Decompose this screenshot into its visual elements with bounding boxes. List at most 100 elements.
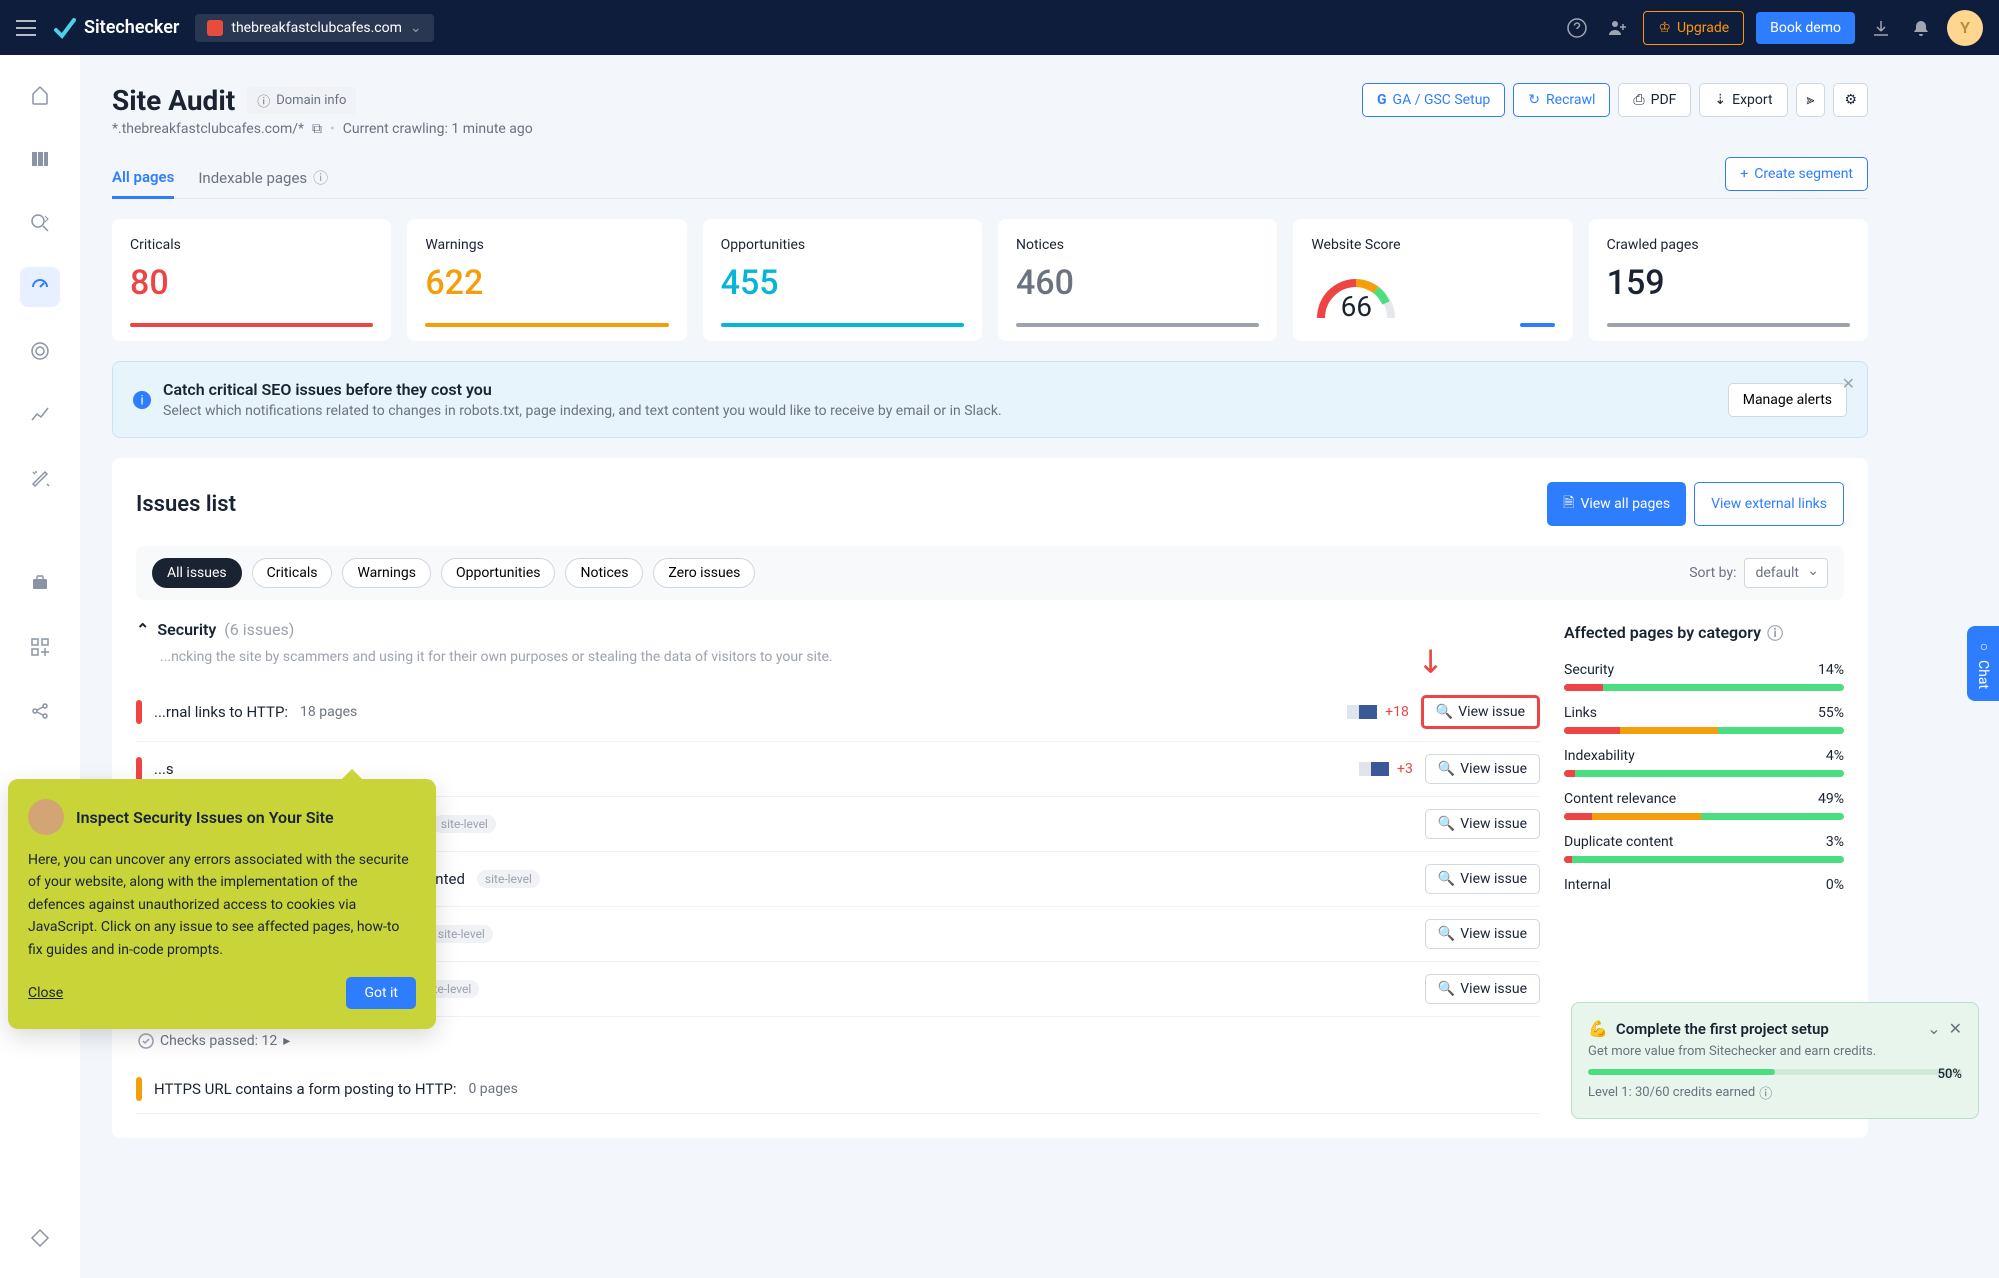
cat-bar — [1564, 727, 1844, 734]
vi-label: View issue — [1460, 926, 1527, 942]
arrow-annotation: ↘ — [1409, 637, 1455, 683]
notices-label: Notices — [1016, 237, 1259, 253]
card-crawled[interactable]: Crawled pages159 — [1589, 219, 1868, 341]
domain-info-label: Domain info — [276, 93, 346, 108]
ga-label: GA / GSC Setup — [1393, 92, 1491, 108]
close-icon[interactable]: ✕ — [1842, 374, 1855, 393]
cat-content[interactable]: Content relevance49% — [1564, 791, 1844, 807]
help-icon[interactable] — [1563, 14, 1591, 42]
view-issue-button[interactable]: 🔍View issue — [1425, 864, 1540, 894]
criticals-label: Criticals — [130, 237, 373, 253]
bell-icon[interactable] — [1907, 14, 1935, 42]
issue-row[interactable]: ...rnal links to HTTP: 18 pages +18 🔍Vie… — [136, 683, 1540, 742]
card-opportunities[interactable]: Opportunities455 — [703, 219, 982, 341]
view-issue-button[interactable]: 🔍View issue — [1425, 974, 1540, 1004]
cat-index[interactable]: Indexability4% — [1564, 748, 1844, 764]
passed-label: Checks passed: 12 — [160, 1033, 277, 1049]
view-issue-button[interactable]: 🔍View issue — [1425, 754, 1540, 784]
share-button[interactable]: ⫸ — [1796, 83, 1826, 117]
sidebar-item-magic[interactable] — [20, 459, 60, 499]
cat-internal[interactable]: Internal0% — [1564, 877, 1844, 893]
export-button[interactable]: ⇣Export — [1699, 83, 1787, 117]
chip-zero[interactable]: Zero issues — [653, 558, 755, 588]
delta-value: +3 — [1397, 761, 1413, 777]
sidebar-item-target[interactable] — [20, 331, 60, 371]
sidebar-item-dashboard[interactable] — [20, 139, 60, 179]
card-criticals[interactable]: Criticals 80 — [112, 219, 391, 341]
pdf-button[interactable]: ⎙PDF — [1618, 83, 1691, 117]
sidebar-item-briefcase[interactable] — [20, 563, 60, 603]
chevron-down-icon: ⌄ — [1807, 563, 1819, 579]
tip-body: Here, you can uncover any errors associa… — [28, 849, 416, 961]
sidebar-item-audit[interactable] — [20, 267, 60, 307]
issue-pages: 0 pages — [468, 1081, 517, 1097]
got-it-button[interactable]: Got it — [346, 977, 416, 1009]
cat-value: 14% — [1818, 662, 1844, 678]
sidebar-item-apps[interactable] — [20, 627, 60, 667]
logo[interactable]: Sitechecker — [52, 16, 179, 40]
tip-title: Inspect Security Issues on Your Site — [76, 808, 334, 827]
favicon-icon — [207, 20, 223, 36]
view-all-pages-button[interactable]: 🗎View all pages — [1547, 482, 1686, 526]
plus-icon: + — [1740, 166, 1748, 182]
external-link-icon[interactable]: ⧉ — [312, 121, 322, 137]
issue-row[interactable]: HTTPS URL contains a form posting to HTT… — [136, 1065, 1540, 1114]
tip-close-link[interactable]: Close — [28, 985, 63, 1001]
ga-gsc-button[interactable]: GGA / GSC Setup — [1362, 83, 1505, 117]
settings-button[interactable]: ⚙ — [1833, 83, 1868, 117]
domain-info-button[interactable]: ⓘ Domain info — [247, 87, 356, 114]
cat-value: 4% — [1826, 748, 1844, 764]
domain-selector[interactable]: thebreakfastclubcafes.com ⌄ — [195, 14, 433, 42]
chat-button[interactable]: ○ Chat — [1967, 626, 1999, 701]
group-name: Security — [157, 620, 216, 639]
chip-all-issues[interactable]: All issues — [152, 558, 242, 588]
info-icon: ⓘ — [257, 91, 270, 110]
tab-indexable[interactable]: Indexable pagesⓘ — [198, 157, 328, 198]
view-external-links-button[interactable]: View external links — [1694, 482, 1844, 526]
add-user-icon[interactable] — [1603, 14, 1631, 42]
pdf-icon: ⎙ — [1633, 92, 1644, 108]
share-icon: ⫸ — [1807, 92, 1815, 108]
cat-security[interactable]: Security14% — [1564, 662, 1844, 678]
card-warnings[interactable]: Warnings622 — [407, 219, 686, 341]
view-issue-button[interactable]: 🔍View issue — [1421, 695, 1540, 729]
chip-notices[interactable]: Notices — [565, 558, 643, 588]
view-issue-button[interactable]: 🔍 View issue — [1425, 919, 1540, 949]
upgrade-button[interactable]: ♔ Upgrade — [1643, 11, 1744, 45]
close-icon[interactable]: ✕ — [1949, 1019, 1962, 1038]
sort-select[interactable]: default⌄ — [1744, 558, 1828, 588]
group-header-security[interactable]: ⌃ Security (6 issues) — [136, 620, 1540, 639]
cat-name: Duplicate content — [1564, 834, 1673, 850]
sidebar-item-share[interactable] — [20, 691, 60, 731]
sidebar-item-analytics[interactable] — [20, 395, 60, 435]
chip-criticals[interactable]: Criticals — [252, 558, 333, 588]
book-demo-button[interactable]: Book demo — [1756, 12, 1855, 44]
recrawl-button[interactable]: ↻Recrawl — [1513, 83, 1610, 117]
view-issue-button[interactable]: 🔍View issue — [1425, 809, 1540, 839]
search-icon: 🔍 — [1438, 761, 1455, 777]
info-icon: ⓘ — [313, 167, 328, 188]
warnings-value: 622 — [425, 263, 668, 303]
tab-all-pages[interactable]: All pages — [112, 157, 174, 199]
checks-passed[interactable]: Checks passed: 12 ▸ — [138, 1033, 1540, 1049]
opp-value: 455 — [721, 263, 964, 303]
crawled-value: 159 — [1607, 263, 1850, 303]
crown-icon: ♔ — [1658, 20, 1671, 36]
chip-warnings[interactable]: Warnings — [342, 558, 431, 588]
menu-icon[interactable] — [16, 20, 36, 36]
create-segment-button[interactable]: +Create segment — [1725, 157, 1868, 191]
chevron-down-icon[interactable]: ⌄ — [1927, 1019, 1940, 1038]
manage-alerts-button[interactable]: Manage alerts — [1728, 383, 1847, 417]
avatar[interactable]: Y — [1947, 10, 1983, 46]
sidebar-item-diamond[interactable] — [20, 1218, 60, 1258]
sidebar-item-search[interactable] — [20, 203, 60, 243]
download-icon[interactable] — [1867, 14, 1895, 42]
card-notices[interactable]: Notices460 — [998, 219, 1277, 341]
search-icon: 🔍 — [1438, 926, 1455, 942]
cat-dup[interactable]: Duplicate content3% — [1564, 834, 1844, 850]
cat-links[interactable]: Links55% — [1564, 705, 1844, 721]
card-score[interactable]: Website Score 66 — [1293, 219, 1572, 341]
chip-opportunities[interactable]: Opportunities — [441, 558, 556, 588]
criticals-value: 80 — [130, 263, 373, 303]
sidebar-item-home[interactable] — [20, 75, 60, 115]
